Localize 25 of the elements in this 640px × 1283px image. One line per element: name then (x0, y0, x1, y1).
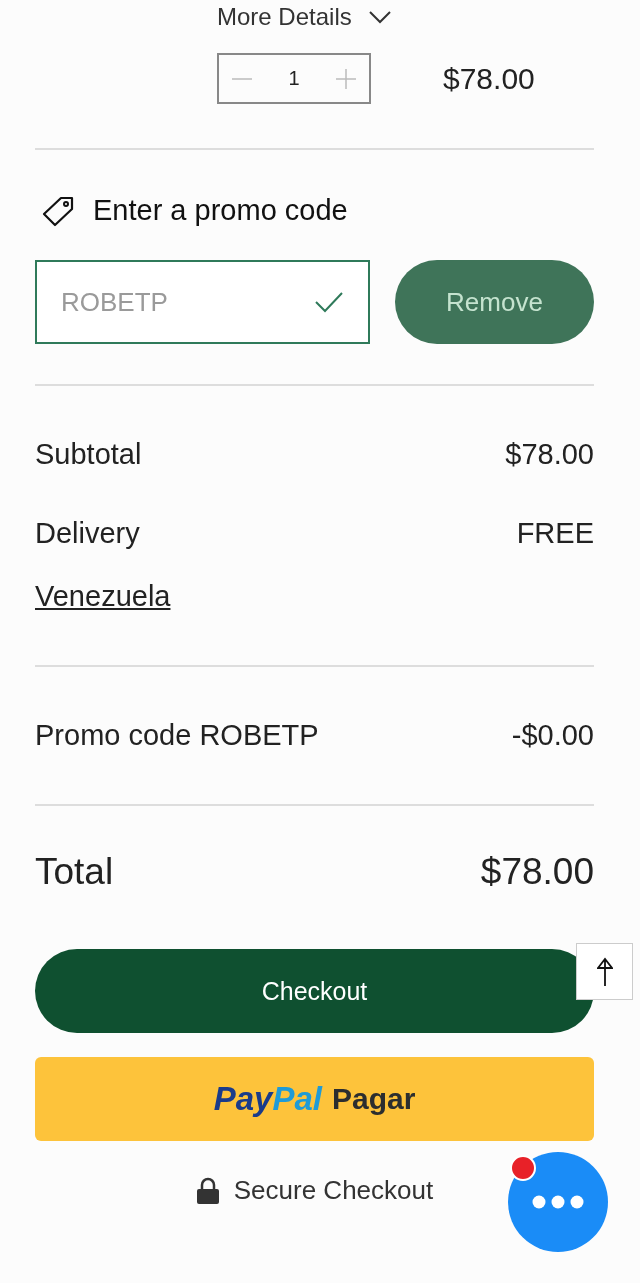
more-icon (532, 1195, 584, 1209)
total-label: Total (35, 851, 114, 893)
summary-label: Delivery (35, 517, 140, 550)
minus-icon (231, 77, 253, 80)
summary-label: Subtotal (35, 438, 142, 471)
up-arrow-icon (596, 956, 613, 987)
lock-icon (195, 1176, 220, 1205)
quantity-value: 1 (288, 67, 300, 90)
plus-icon (335, 67, 357, 90)
delivery-location-link[interactable]: Venezuela (35, 580, 171, 613)
summary-value: $78.00 (505, 438, 594, 471)
checkout-button[interactable]: Checkout (35, 949, 594, 1033)
total-value: $78.00 (480, 851, 594, 893)
tag-icon (41, 194, 75, 227)
paypal-logo: PayPal (213, 1080, 322, 1118)
scroll-to-top-button[interactable] (576, 943, 633, 1000)
secure-checkout-note: Secure Checkout (233, 1175, 434, 1206)
remove-button[interactable]: Remove (395, 260, 594, 344)
summary-value: FREE (516, 517, 594, 550)
more-details-toggle[interactable]: More Details (217, 2, 392, 32)
promo-discount-value: -$0.00 (511, 719, 594, 752)
paypal-button[interactable]: PayPal Pagar (35, 1057, 594, 1141)
item-price: $78.00 (443, 61, 535, 96)
promo-discount-label: Promo code ROBETP (35, 719, 319, 752)
promo-code-label: Enter a promo code (93, 194, 348, 227)
